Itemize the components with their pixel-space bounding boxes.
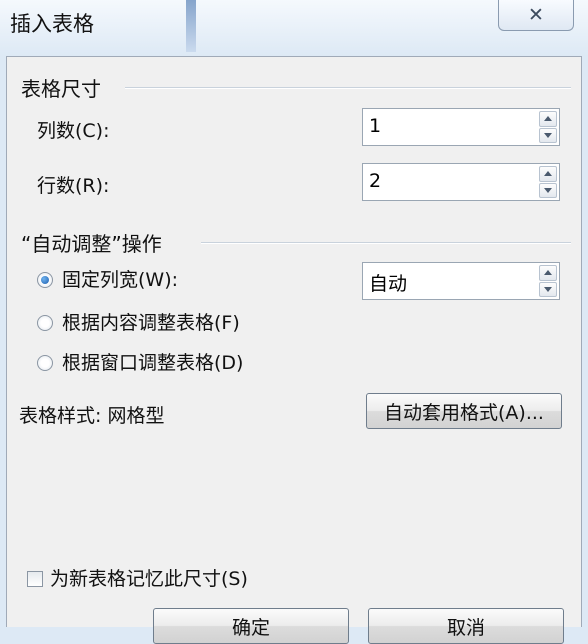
- spin-down-icon: [544, 187, 552, 193]
- rows-value[interactable]: 2: [369, 170, 381, 192]
- cancel-button[interactable]: 取消: [368, 608, 564, 644]
- fixed-width-spin-down-button[interactable]: [539, 281, 557, 297]
- columns-value[interactable]: 1: [369, 115, 381, 137]
- table-size-divider: [125, 87, 571, 89]
- fixed-width-spinner[interactable]: 自动: [362, 262, 560, 300]
- columns-spin-up-button[interactable]: [539, 111, 557, 127]
- columns-label: 列数(C):: [37, 120, 110, 142]
- rows-spin-down-button[interactable]: [539, 182, 557, 198]
- table-size-group-label: 表格尺寸: [21, 77, 101, 101]
- fit-window-label: 根据窗口调整表格(D): [62, 352, 244, 374]
- autofit-group-label: “自动调整”操作: [21, 232, 162, 256]
- fixed-width-value[interactable]: 自动: [369, 269, 407, 296]
- ok-button[interactable]: 确定: [153, 608, 349, 644]
- fixed-width-spin-arrows: [539, 265, 557, 297]
- remember-size-checkbox[interactable]: [27, 571, 43, 587]
- dialog-title: 插入表格: [10, 12, 94, 36]
- remember-size-label: 为新表格记忆此尺寸(S): [50, 568, 248, 590]
- rows-spinner[interactable]: 2: [362, 163, 560, 201]
- spin-up-icon: [544, 171, 552, 177]
- autofit-divider: [201, 242, 571, 244]
- fixed-width-radio[interactable]: [37, 272, 53, 288]
- fixed-width-label: 固定列宽(W):: [62, 269, 179, 291]
- rows-label: 行数(R):: [37, 175, 110, 197]
- columns-spin-down-button[interactable]: [539, 127, 557, 143]
- title-bar: 插入表格 ✕: [0, 0, 588, 56]
- columns-spinner[interactable]: 1: [362, 108, 560, 146]
- rows-spin-arrows: [539, 166, 557, 198]
- rows-spin-up-button[interactable]: [539, 166, 557, 182]
- table-style-label: 表格样式: 网格型: [19, 405, 165, 427]
- close-icon: ✕: [528, 4, 544, 26]
- dialog-body: 表格尺寸 列数(C): 1 行数(R): 2 “自动调整”操作 固定列宽(W):…: [6, 56, 582, 644]
- close-button[interactable]: ✕: [498, 0, 574, 31]
- spin-up-icon: [544, 116, 552, 122]
- spin-down-icon: [544, 286, 552, 292]
- autoformat-button[interactable]: 自动套用格式(A)...: [366, 393, 562, 429]
- title-decoration: [186, 0, 196, 52]
- fit-content-label: 根据内容调整表格(F): [62, 312, 240, 334]
- columns-spin-arrows: [539, 111, 557, 143]
- spin-up-icon: [544, 270, 552, 276]
- fit-content-radio[interactable]: [37, 315, 53, 331]
- fixed-width-spin-up-button[interactable]: [539, 265, 557, 281]
- fit-window-radio[interactable]: [37, 355, 53, 371]
- spin-down-icon: [544, 132, 552, 138]
